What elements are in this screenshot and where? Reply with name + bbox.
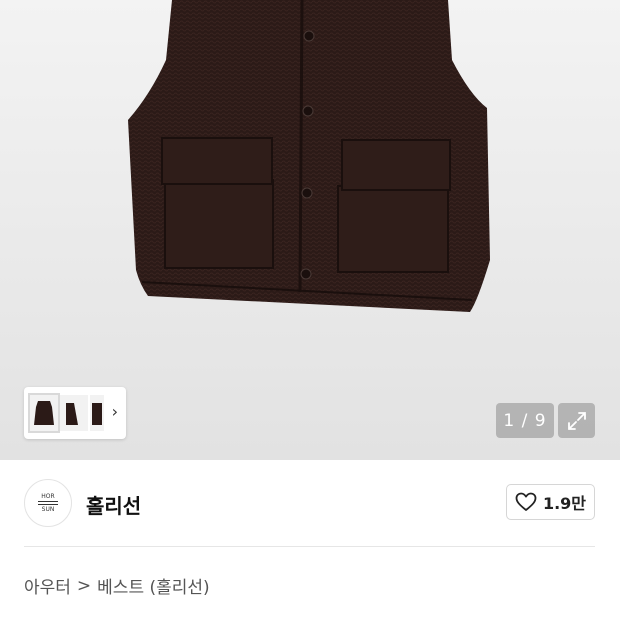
thumbnail-3[interactable] [90, 395, 104, 431]
brand-name[interactable]: 홀리선 [86, 490, 141, 519]
chevron-right-icon: > [76, 575, 92, 596]
breadcrumb-category[interactable]: 아우터 [24, 573, 71, 598]
like-button[interactable]: 1.9만 [506, 484, 595, 520]
breadcrumb: 아우터 > 베스트 (홀리선) [24, 573, 210, 599]
breadcrumb-subcategory[interactable]: 베스트 (홀리선) [97, 573, 210, 598]
product-image-gallery[interactable]: › 1 / 9 [0, 0, 620, 460]
thumbnail-1[interactable] [28, 393, 60, 433]
expand-icon [567, 411, 586, 430]
divider [24, 546, 595, 547]
brand-logo[interactable]: HOR SUN [24, 479, 72, 527]
thumbnail-strip[interactable]: › [24, 387, 126, 439]
like-count: 1.9만 [542, 494, 587, 513]
brand-row[interactable]: HOR SUN 홀리선 1.9만 [0, 460, 620, 546]
image-counter: 1 / 9 [496, 403, 554, 438]
heart-outline-icon [515, 492, 537, 511]
logo-text-bottom: SUN [41, 506, 55, 513]
chevron-right-icon[interactable]: › [112, 403, 118, 421]
thumbnail-2[interactable] [60, 395, 88, 431]
expand-button[interactable] [558, 403, 595, 438]
logo-text-top: HOR [41, 493, 55, 500]
